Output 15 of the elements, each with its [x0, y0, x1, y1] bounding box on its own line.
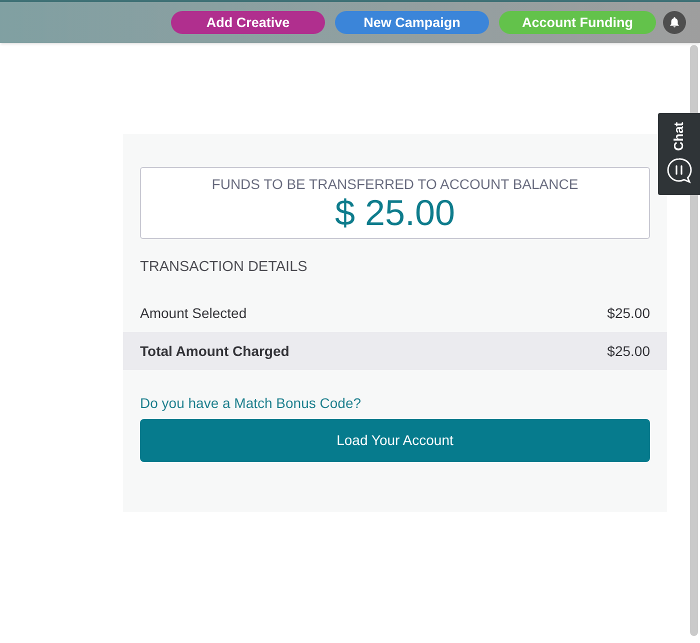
section-heading: TRANSACTION DETAILS	[140, 258, 308, 277]
total-label: Total Amount Charged	[140, 342, 290, 361]
bonus-code-link[interactable]: Do you have a Match Bonus Code?	[140, 393, 362, 413]
funds-title: FUNDS TO BE TRANSFERRED TO ACCOUNT BALANCE	[212, 175, 578, 193]
chat-bubble-icon[interactable]	[666, 156, 692, 185]
row-value: $25.00	[607, 304, 650, 322]
chat-tab[interactable]: Chat	[658, 113, 700, 195]
header-button[interactable]: New Campaign	[335, 11, 489, 34]
header-button[interactable]: Add Creative	[171, 11, 325, 34]
total-value: $25.00	[607, 342, 650, 360]
load-account-button[interactable]: Load Your Account	[140, 419, 650, 462]
funds-amount: $ 25.00	[334, 193, 456, 233]
notifications-icon[interactable]	[663, 11, 686, 34]
chat-label[interactable]: Chat	[672, 122, 686, 151]
row-label: Amount Selected	[140, 304, 247, 322]
